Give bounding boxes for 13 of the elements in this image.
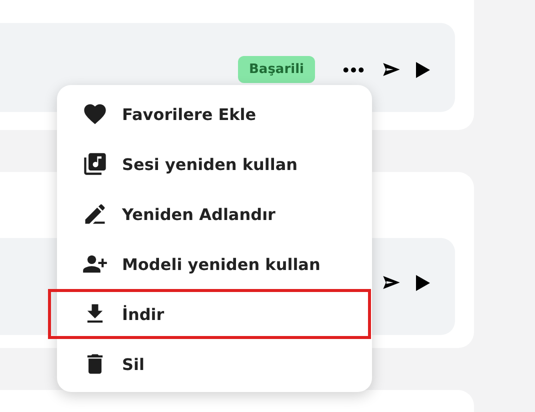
play-icon[interactable] <box>416 62 430 78</box>
send-icon[interactable] <box>383 276 400 289</box>
menu-item[interactable]: Yeniden Adlandır <box>57 189 372 239</box>
menu-item[interactable]: Favorilere Ekle <box>57 89 372 139</box>
music-library-icon <box>82 151 108 177</box>
play-icon[interactable] <box>416 274 430 290</box>
menu-item[interactable]: Sesi yeniden kullan <box>57 139 372 189</box>
more-icon[interactable] <box>343 66 364 72</box>
menu-item[interactable]: Sil <box>57 339 372 389</box>
send-icon[interactable] <box>383 63 400 76</box>
menu-item[interactable]: İndir <box>48 289 371 339</box>
menu-item[interactable]: Modeli yeniden kullan <box>57 239 372 289</box>
status-badge: Başarili <box>238 56 315 83</box>
